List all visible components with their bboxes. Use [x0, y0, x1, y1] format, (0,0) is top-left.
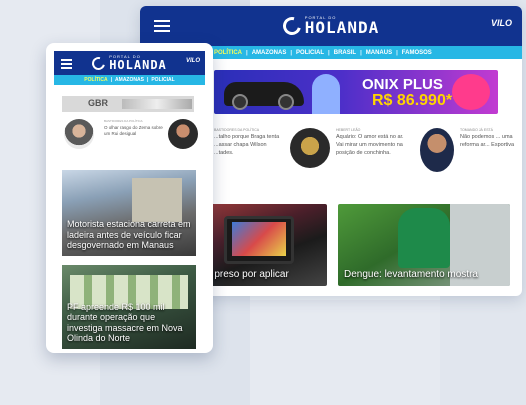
- columnist-photo: [168, 119, 198, 149]
- news-story-caption: PF apreende R$ 100 mil durante operação …: [67, 301, 183, 344]
- ad-image: [122, 99, 192, 109]
- nav-item-politica[interactable]: POLÍTICA: [84, 77, 107, 83]
- columnist-item[interactable]: BASTIDORES DA POLÍTICA ...talho porque B…: [214, 128, 284, 158]
- columnist-text: Não podemos ... uma reforma ar... Esport…: [460, 134, 515, 148]
- columnist-photo: [420, 128, 454, 172]
- news-card[interactable]: é preso por aplicar: [200, 204, 327, 286]
- logo-name: HOLANDA: [109, 58, 167, 72]
- news-card-caption: Dengue: levantamento mostra: [344, 269, 478, 280]
- columnist-item[interactable]: BASTIDORES DA POLÍTICA O olhar rasgo do …: [64, 119, 198, 149]
- mobile-ad-banner[interactable]: GBR: [62, 96, 194, 112]
- logo-name: HOLANDA: [304, 18, 380, 37]
- ad-text: GBR: [88, 98, 108, 108]
- nav-item-politica[interactable]: POLÍTICA: [214, 50, 242, 56]
- news-story-caption: Motorista estaciona carreta em ladeira a…: [67, 219, 191, 251]
- news-card[interactable]: Dengue: levantamento mostra: [338, 204, 510, 286]
- columnist-text: ...talho porque Braga tenta ...assar cha…: [214, 134, 280, 156]
- nav-item-amazonas[interactable]: AMAZONAS: [115, 77, 144, 83]
- hamburger-menu-icon[interactable]: [61, 59, 72, 71]
- site-logo[interactable]: PORTAL DO HOLANDA: [279, 13, 380, 39]
- background-tile: [250, 300, 450, 405]
- logo-mark-icon: [279, 13, 305, 39]
- news-story[interactable]: Motorista estaciona carreta em ladeira a…: [62, 170, 196, 256]
- ad-price: R$ 86.990*: [372, 92, 453, 109]
- mobile-preview: PORTAL DO HOLANDA VILO POLÍTICA | AMAZON…: [46, 43, 213, 353]
- columnist-label: BASTIDORES DA POLÍTICA: [104, 119, 143, 123]
- nav-item-famosos[interactable]: FAMOSOS: [402, 50, 432, 56]
- worker-image: [398, 208, 450, 268]
- mobile-category-nav: POLÍTICA | AMAZONAS | POLICIAL: [54, 75, 205, 85]
- mobile-site-header: PORTAL DO HOLANDA VILO: [54, 51, 205, 75]
- logo-mark-icon: [89, 54, 108, 72]
- news-story[interactable]: PF apreende R$ 100 mil durante operação …: [62, 265, 196, 349]
- partner-badge: VILO: [490, 18, 512, 28]
- columnist-label: TOMANDO JÁ ESTÁ: [460, 128, 493, 132]
- nav-item-brasil[interactable]: BRASIL: [334, 50, 356, 56]
- building-image: [132, 178, 182, 222]
- news-card-caption: é preso por aplicar: [206, 269, 289, 280]
- columnist-label: BASTIDORES DA POLÍTICA: [214, 128, 260, 132]
- ad-title: ONIX PLUS: [362, 76, 443, 93]
- nav-item-policial[interactable]: POLICIAL: [296, 50, 324, 56]
- ad-banner[interactable]: ONIX PLUS R$ 86.990*: [214, 70, 498, 114]
- columnists-row: BASTIDORES DA POLÍTICA ...talho porque B…: [214, 128, 514, 198]
- nav-item-policial[interactable]: POLICIAL: [151, 77, 174, 83]
- columnist-photo: [64, 119, 94, 149]
- car-image: [224, 82, 304, 110]
- columnist-item[interactable]: TOMANDO JÁ ESTÁ Não podemos ... uma refo…: [420, 128, 516, 172]
- site-header: PORTAL DO HOLANDA VILO: [140, 6, 522, 46]
- hamburger-menu-icon[interactable]: [154, 20, 170, 35]
- ad-person-image: [312, 74, 340, 114]
- device-screen: [232, 222, 286, 256]
- nav-item-manaus[interactable]: MANAUS: [366, 50, 392, 56]
- site-logo[interactable]: PORTAL DO HOLANDA: [89, 54, 167, 72]
- columnist-label: HEBERT LEÃO: [336, 128, 361, 132]
- columnist-text: Aquário: O amor está no ar. Vai mirar um…: [336, 134, 404, 156]
- columnist-photo: [290, 128, 330, 168]
- columnist-item[interactable]: HEBERT LEÃO Aquário: O amor está no ar. …: [290, 128, 410, 168]
- partner-badge: VILO: [185, 58, 200, 64]
- columnist-text: O olhar rasgo do Zema sobre um Rui desig…: [104, 125, 163, 137]
- ad-tag-badge: [452, 74, 490, 110]
- nav-item-amazonas[interactable]: AMAZONAS: [252, 50, 287, 56]
